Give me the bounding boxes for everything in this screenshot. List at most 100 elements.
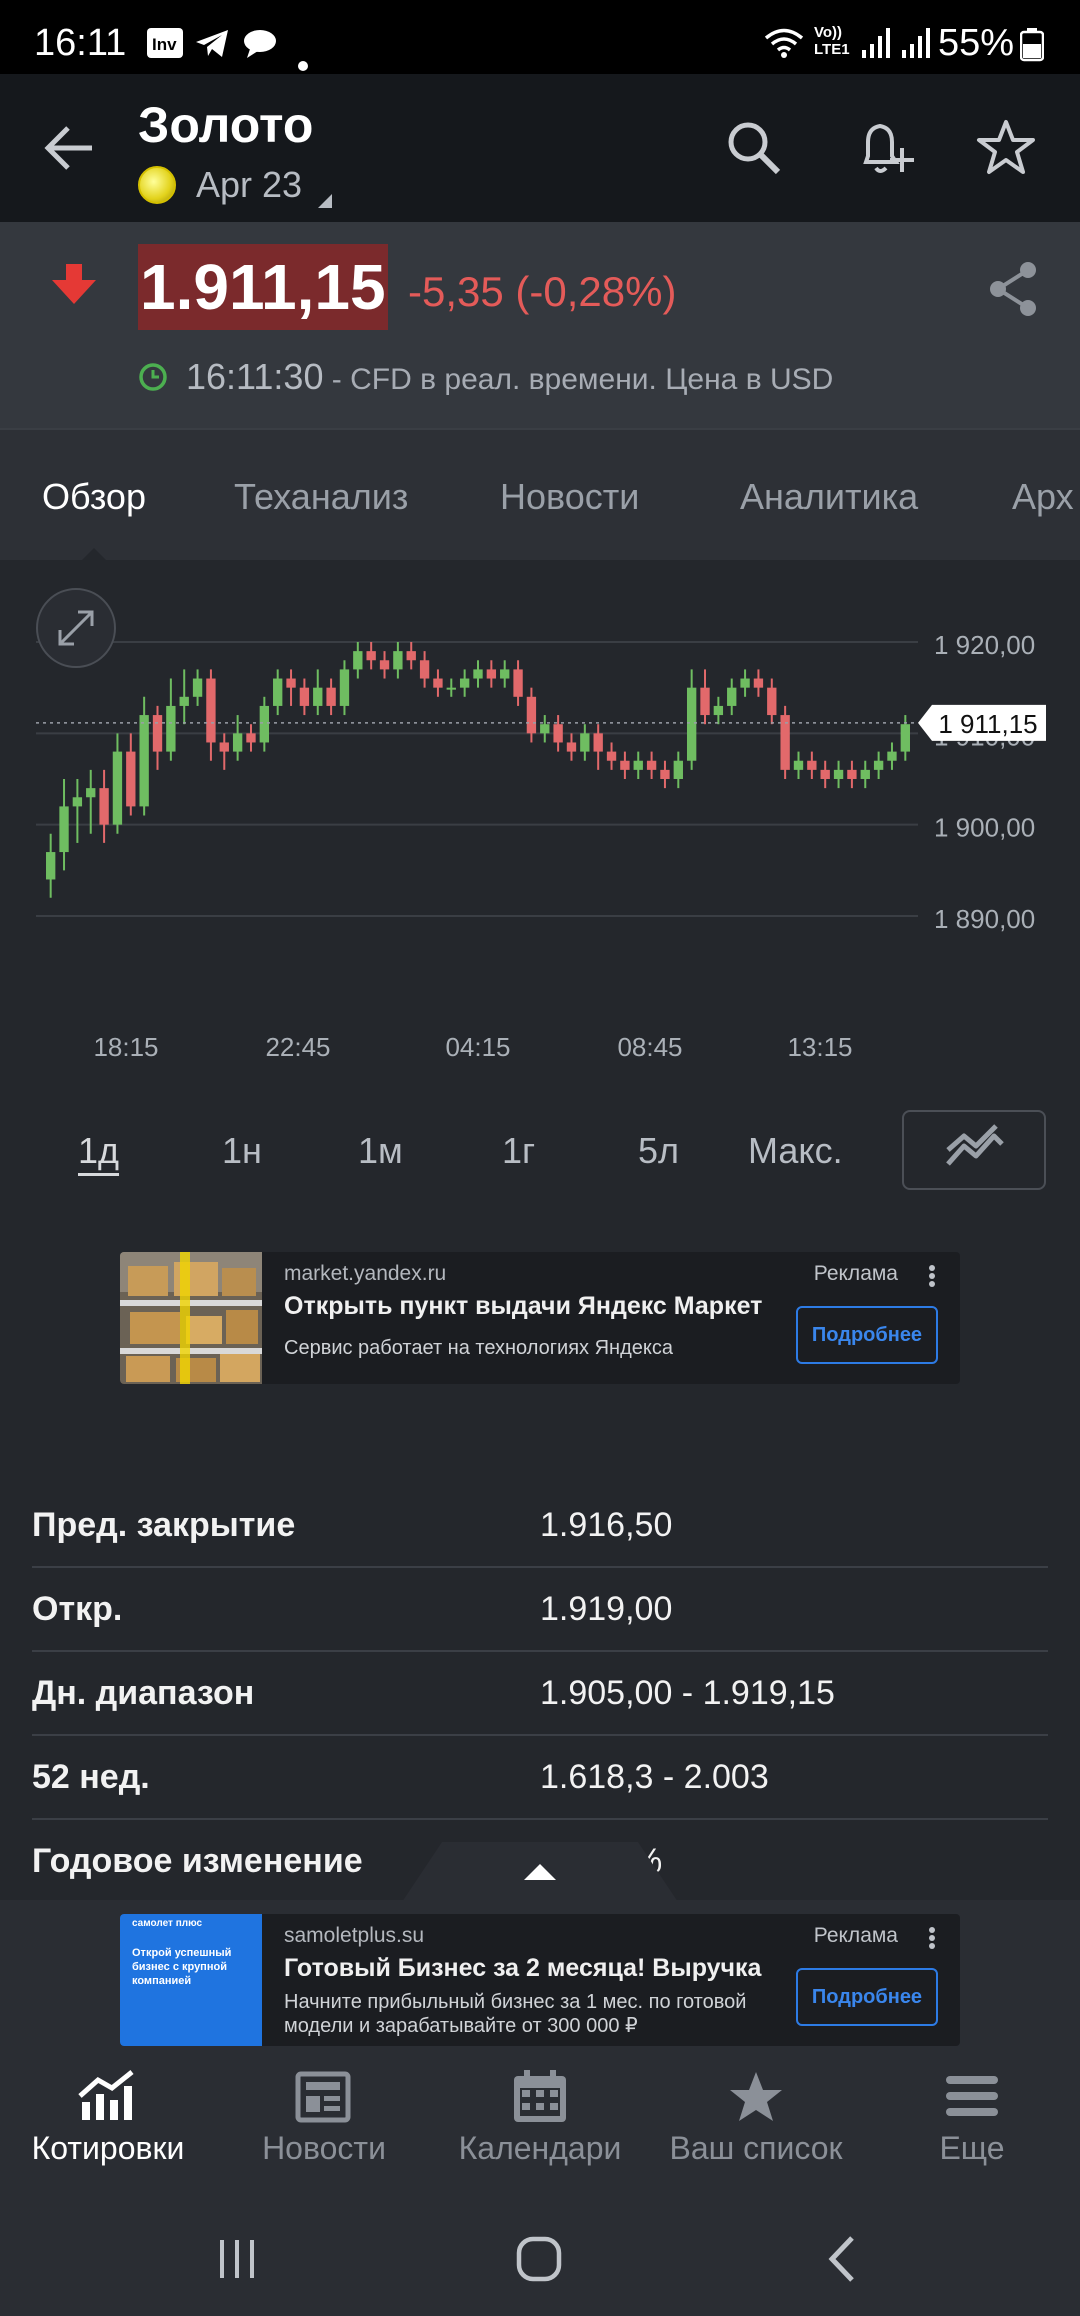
expand-chart-icon[interactable]	[36, 588, 116, 668]
gold-coin-icon	[138, 166, 176, 204]
active-tab-pointer	[82, 548, 106, 560]
stat-value: 1.618,3 - 2.003	[540, 1758, 769, 1796]
x-tick-label: 18:15	[93, 1032, 158, 1062]
ad-label: Реклама	[813, 1924, 898, 1947]
ad-banner-samolet[interactable]: самолет плюс Открой успешный бизнес с кр…	[120, 1914, 960, 2046]
price-change: -5,35 (-0,28%)	[408, 268, 677, 315]
contract-caret-icon[interactable]	[318, 194, 332, 208]
nav-news[interactable]: Новости	[216, 2060, 432, 2210]
candle-body	[767, 687, 777, 716]
candle-body	[246, 733, 256, 743]
candle-body	[366, 651, 376, 661]
star-icon	[726, 2070, 786, 2129]
nav-quotes[interactable]: Котировки	[0, 2060, 216, 2210]
quote-time: 16:11:30	[186, 356, 324, 397]
nav-calendars[interactable]: Календари	[432, 2060, 648, 2210]
collapse-ad-handle[interactable]	[402, 1842, 678, 1902]
tab-technical[interactable]: Теханализ	[234, 476, 408, 518]
svg-text:Inv: Inv	[152, 35, 177, 54]
candle-body	[633, 760, 643, 770]
stat-label: Откр.	[32, 1590, 123, 1628]
telegram-icon	[194, 26, 232, 68]
candle-body	[513, 669, 523, 697]
candle-body	[847, 769, 857, 779]
ad-banner-yandex[interactable]: market.yandex.ru Открыть пункт выдачи Ян…	[120, 1252, 960, 1384]
candle-body	[860, 769, 870, 779]
candle-body	[139, 715, 149, 807]
candle-body	[459, 678, 470, 688]
tab-overview[interactable]: Обзор	[42, 476, 146, 518]
ad-image-warehouse	[120, 1252, 262, 1384]
ad-options-icon[interactable]	[928, 1926, 936, 1955]
range-5y[interactable]: 5л	[638, 1130, 679, 1172]
range-1m[interactable]: 1м	[358, 1130, 403, 1172]
y-tick-label: 1 890,00	[934, 904, 1035, 934]
ad-image-samolet: самолет плюс Открой успешный бизнес с кр…	[120, 1914, 262, 2046]
nav-label: Еще	[939, 2130, 1005, 2166]
nav-label: Ваш список	[669, 2130, 843, 2166]
back-arrow-icon[interactable]	[42, 120, 98, 181]
stat-row-day-range: Дн. диапазон 1.905,00 - 1.919,15	[32, 1652, 1048, 1736]
stat-value: 1.919,00	[540, 1590, 673, 1628]
candle-body	[206, 678, 216, 743]
share-icon[interactable]	[986, 260, 1040, 323]
stat-value: 1.916,50	[540, 1506, 673, 1544]
range-max[interactable]: Макс.	[748, 1130, 843, 1172]
candle-body	[793, 760, 804, 770]
search-icon[interactable]	[724, 118, 784, 183]
candle-body	[126, 751, 136, 807]
stat-label: Годовое изменение	[32, 1842, 363, 1880]
tab-news[interactable]: Новости	[500, 476, 639, 518]
price-chart[interactable]: 1 920,001 910,001 900,001 890,0018:1522:…	[0, 572, 1080, 1072]
last-price: 1.911,15	[138, 244, 388, 330]
candle-body	[219, 742, 229, 752]
battery-icon	[1019, 28, 1045, 71]
candle-body	[486, 669, 497, 679]
favorite-star-icon[interactable]	[976, 118, 1036, 183]
candle-body	[807, 760, 817, 770]
candle-body	[273, 678, 283, 706]
home-icon[interactable]	[514, 2234, 564, 2289]
ad-options-icon[interactable]	[928, 1264, 936, 1293]
recent-apps-icon[interactable]	[214, 2236, 260, 2287]
contract-selector[interactable]: Apr 23	[196, 164, 302, 206]
tab-archive[interactable]: Арх	[1012, 476, 1074, 518]
candle-body	[473, 669, 483, 679]
candle-body	[59, 806, 69, 853]
candle-body	[593, 733, 603, 752]
x-tick-label: 22:45	[265, 1032, 330, 1062]
nav-label: Новости	[262, 2130, 386, 2166]
ad-more-button[interactable]: Подробнее	[796, 1306, 938, 1364]
range-1y[interactable]: 1г	[502, 1130, 535, 1172]
investing-app-icon: Inv	[146, 26, 184, 68]
range-1d[interactable]: 1д	[78, 1130, 119, 1172]
ad-title[interactable]: Готовый Бизнес за 2 месяца! Выручка	[284, 1954, 774, 1983]
candle-body	[646, 760, 657, 770]
candle-body	[526, 696, 537, 734]
tab-analytics[interactable]: Аналитика	[740, 476, 918, 518]
stat-label: Дн. диапазон	[32, 1674, 255, 1712]
ad-title[interactable]: Открыть пункт выдачи Яндекс Маркет	[284, 1292, 784, 1321]
chat-bubble-icon	[242, 26, 278, 68]
range-1w[interactable]: 1н	[222, 1130, 262, 1172]
quote-time-note: - CFD в реал. времени. Цена в USD	[323, 363, 834, 396]
candle-body	[753, 678, 764, 688]
down-arrow-icon	[52, 264, 96, 311]
candle-body	[686, 687, 697, 761]
candle-body	[339, 669, 350, 706]
nav-more[interactable]: Еще	[864, 2060, 1080, 2210]
status-time: 16:11	[34, 22, 127, 64]
candle-body	[660, 769, 670, 779]
candle-body	[406, 651, 416, 661]
ad-image-brand: самолет плюс	[132, 1918, 203, 1929]
candle-body	[112, 751, 123, 825]
nav-label: Котировки	[31, 2130, 185, 2166]
candle-body	[673, 760, 683, 779]
back-icon[interactable]	[822, 2234, 862, 2289]
ad-more-button[interactable]: Подробнее	[796, 1968, 938, 2026]
battery-percent: 55%	[937, 22, 1014, 64]
add-alert-bell-icon[interactable]	[856, 118, 916, 183]
y-tick-label: 1 920,00	[934, 630, 1035, 660]
nav-watchlist[interactable]: Ваш список	[648, 2060, 864, 2210]
chart-type-button[interactable]	[902, 1110, 1046, 1190]
